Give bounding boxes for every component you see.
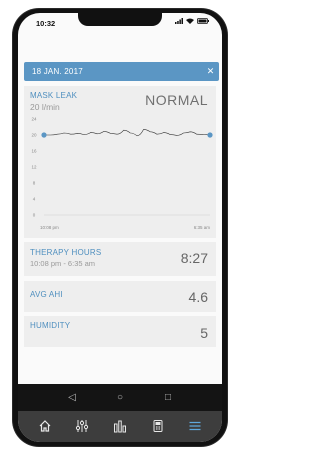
chart-y-tick-label: 12 [31,165,37,170]
status-icons [175,18,209,24]
chart-y-tick-label: 8 [33,181,36,186]
home-button[interactable]: ○ [110,388,130,408]
chart-start-point [41,132,47,138]
chart-y-tick-label: 4 [33,197,36,202]
bottom-tab-bar [18,411,222,442]
home-icon [39,419,51,432]
avg-ahi-panel[interactable]: AVG AHI 4.6 [24,281,216,312]
phone-frame: 10:32 18 JAN. 2017 ✕ MASK LEAK 20 l/min … [13,9,227,446]
chart-y-tick-label: 0 [33,213,36,218]
status-time: 10:32 [36,19,56,28]
mask-leak-series-line [43,129,211,137]
status-bar: 10:32 [18,13,222,33]
battery-icon [197,18,209,24]
menu-icon [189,421,201,430]
tab-settings[interactable] [71,415,93,437]
therapy-hours-panel[interactable]: THERAPY HOURS 10:08 pm - 6:35 am 8:27 [24,242,216,276]
mask-leak-status: NORMAL [145,92,208,108]
recents-button[interactable]: □ [158,388,178,408]
mask-leak-chart: 24 20 16 12 8 4 0 10:08 pm 6:35 am [31,117,213,230]
chart-y-tick-label: 16 [31,149,37,154]
mask-leak-panel[interactable]: MASK LEAK 20 l/min NORMAL 24 20 16 12 8 4 0 10… [24,86,216,238]
tab-device[interactable] [147,415,169,437]
tab-reports[interactable] [109,415,131,437]
avg-ahi-value: 4.6 [188,289,208,305]
date-selector[interactable]: 18 JAN. 2017 [24,62,208,81]
humidity-label: HUMIDITY [30,321,71,330]
back-button[interactable]: ◁ [62,388,82,408]
humidity-value: 5 [200,325,208,341]
therapy-hours-value: 8:27 [180,250,208,266]
screen: 10:32 18 JAN. 2017 ✕ MASK LEAK 20 l/min … [18,13,222,442]
avg-ahi-label: AVG AHI [30,290,63,299]
sliders-icon [76,419,89,432]
chart-x-label-start: 10:08 pm [40,225,59,230]
chart-y-tick-label: 24 [31,117,37,122]
android-nav-bar: ◁ ○ □ [18,384,222,411]
signal-icon [175,18,183,24]
device-icon [153,419,163,432]
bar-chart-icon [113,420,126,432]
date-label: 18 JAN. 2017 [32,67,83,76]
wifi-icon [186,18,194,24]
mask-leak-title: MASK LEAK [30,91,78,100]
close-icon: ✕ [206,66,215,76]
notch [78,13,162,26]
therapy-hours-label: THERAPY HOURS [30,248,102,257]
tab-menu[interactable] [184,415,206,437]
close-button[interactable]: ✕ [202,62,219,81]
chart-end-point [207,132,213,138]
mask-leak-unit: 20 l/min [30,102,60,112]
chart-y-tick-label: 20 [31,133,37,138]
therapy-hours-range: 10:08 pm - 6:35 am [30,259,96,268]
humidity-panel[interactable]: HUMIDITY 5 [24,316,216,347]
tab-home[interactable] [34,415,56,437]
chart-x-label-end: 6:35 am [194,225,211,230]
